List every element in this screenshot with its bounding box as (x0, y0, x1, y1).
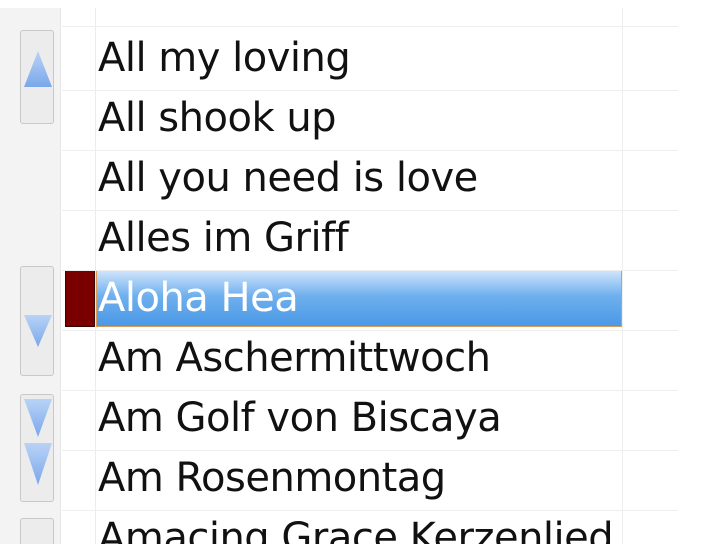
arrow-down-icon (24, 315, 52, 347)
window-top-edge (0, 0, 706, 8)
song-title: All my loving (98, 35, 351, 81)
song-title: Amacing Grace Kerzenlied (98, 515, 614, 544)
song-title: All shook up (98, 95, 337, 141)
row-separator (62, 450, 678, 451)
row-separator (62, 26, 678, 27)
list-item[interactable]: Alles im Griff (62, 208, 622, 268)
row-separator (62, 390, 678, 391)
scroll-bottom-button[interactable] (20, 518, 54, 544)
song-title: All you need is love (98, 155, 478, 201)
divider (60, 0, 61, 544)
row-separator (62, 510, 678, 511)
list-item[interactable]: Am Aschermittwoch (62, 328, 622, 388)
list-item[interactable]: Amacing Grace Kerzenlied (62, 508, 622, 544)
scroll-up-button[interactable] (20, 30, 54, 124)
scroll-down-button[interactable] (20, 266, 54, 376)
list-item[interactable]: All shook up (62, 88, 622, 148)
song-title: Am Golf von Biscaya (98, 395, 502, 441)
list-item-selected[interactable]: Aloha Hea (62, 268, 622, 328)
row-separator (62, 330, 678, 331)
list-item[interactable]: Am Golf von Biscaya (62, 388, 622, 448)
song-list-window: AllesAll my lovingAll shook upAll you ne… (0, 0, 706, 544)
song-list: AllesAll my lovingAll shook upAll you ne… (62, 0, 678, 544)
list-item[interactable]: Am Rosenmontag (62, 448, 622, 508)
arrow-up-icon (24, 51, 52, 87)
song-title: Am Aschermittwoch (98, 335, 491, 381)
row-separator (62, 210, 678, 211)
song-title: Alles im Griff (98, 215, 349, 261)
row-separator (62, 150, 678, 151)
list-item[interactable]: All you need is love (62, 148, 622, 208)
row-separator (62, 90, 678, 91)
row-separator (62, 270, 678, 271)
double-arrow-down-icon (24, 399, 52, 485)
scroll-page-down-button[interactable] (20, 394, 54, 502)
selection-marker (65, 270, 95, 327)
song-title: Aloha Hea (98, 275, 299, 321)
list-item[interactable]: All my loving (62, 28, 622, 88)
song-title: Am Rosenmontag (98, 455, 446, 501)
